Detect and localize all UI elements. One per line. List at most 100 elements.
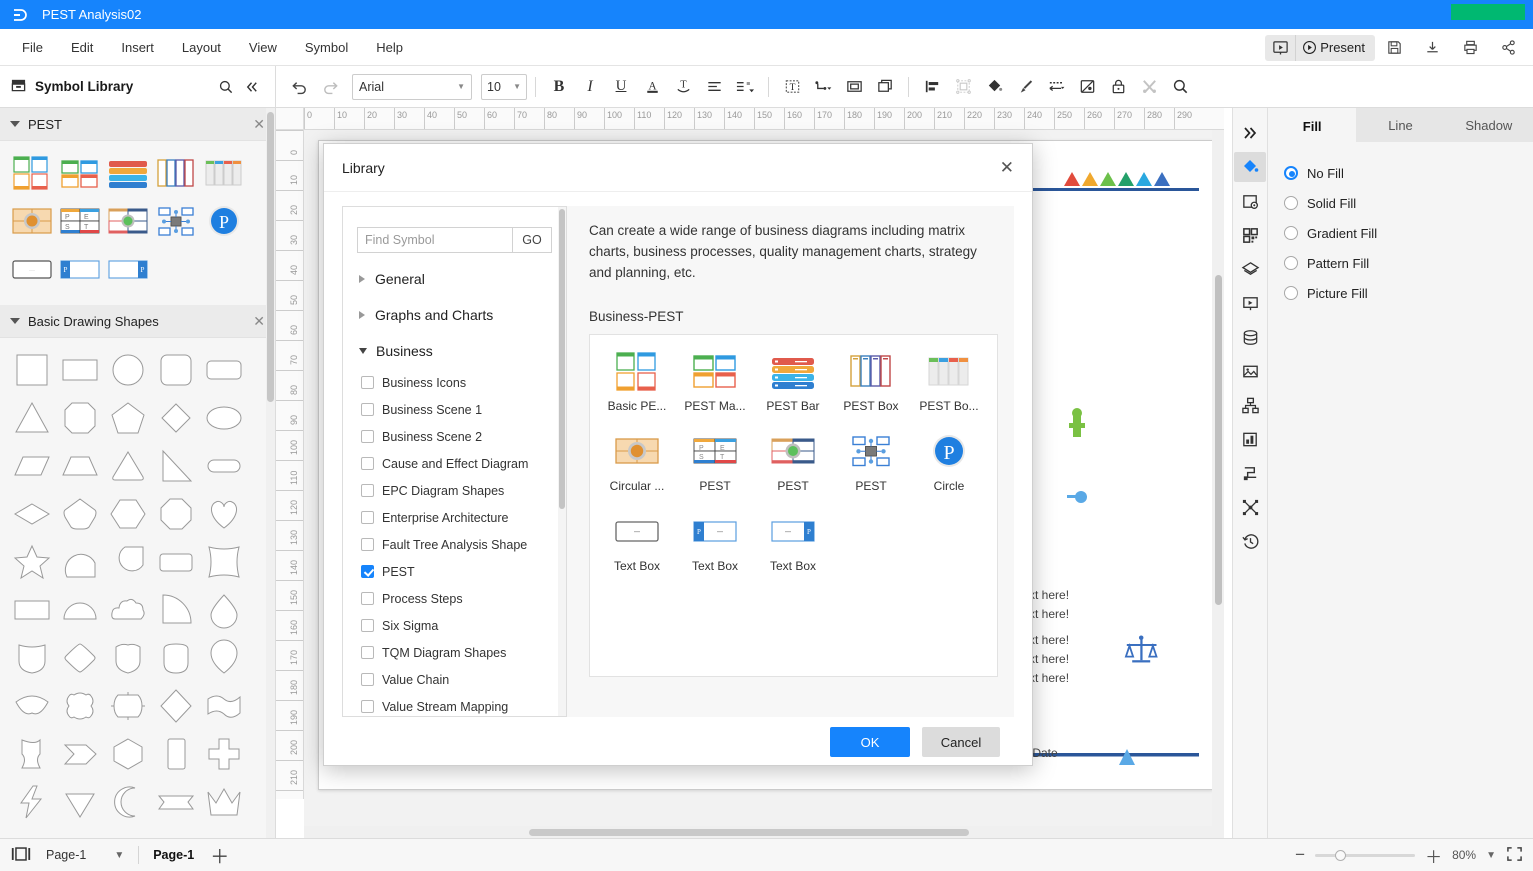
menu-file[interactable]: File — [8, 36, 57, 59]
save-icon[interactable] — [1375, 33, 1413, 63]
close-icon[interactable]: ✕ — [1000, 159, 1014, 176]
shape-quarter-circle[interactable] — [152, 586, 200, 634]
shape-droplet[interactable] — [200, 586, 248, 634]
shape-ellipse[interactable] — [200, 394, 248, 442]
menu-help[interactable]: Help — [362, 36, 417, 59]
library-section-pest[interactable]: PEST ✕ — [0, 108, 275, 141]
shape-octagon[interactable] — [152, 490, 200, 538]
canvas-horizontal-scrollbar[interactable] — [304, 826, 1224, 838]
pest-symbol[interactable]: ··· — [8, 245, 56, 293]
radio-button[interactable] — [1284, 166, 1298, 180]
checkbox[interactable] — [361, 457, 374, 470]
zoom-slider[interactable] — [1315, 849, 1416, 861]
shape-rounded-triangle[interactable] — [104, 442, 152, 490]
symbol-item[interactable]: PEST PEST — [676, 427, 754, 507]
shape-moon[interactable] — [104, 778, 152, 826]
zoom-slider-knob[interactable] — [1335, 849, 1347, 861]
checkbox[interactable] — [361, 484, 374, 497]
fill-bucket-icon[interactable] — [1234, 152, 1266, 182]
checkbox-enterprise-architecture[interactable]: Enterprise Architecture — [343, 504, 566, 531]
shape-parallelogram[interactable] — [8, 442, 56, 490]
shape-rounded-pentagon[interactable] — [56, 490, 104, 538]
page-tab[interactable]: Page-1 — [153, 848, 194, 862]
go-button[interactable]: GO — [512, 227, 552, 253]
checkbox-business-scene-2[interactable]: Business Scene 2 — [343, 423, 566, 450]
fill-option-pattern-fill[interactable]: Pattern Fill — [1284, 248, 1533, 278]
menu-insert[interactable]: Insert — [107, 36, 168, 59]
shape-settings-icon[interactable] — [1234, 186, 1266, 216]
cancel-button[interactable]: Cancel — [922, 727, 1000, 757]
shape-partial-rect[interactable] — [8, 826, 56, 838]
symbol-item[interactable]: P Text Box — [754, 507, 832, 587]
pest-symbol[interactable] — [152, 149, 200, 197]
symbol-item[interactable]: PEST Bo... — [910, 347, 988, 427]
pest-symbol[interactable]: P — [56, 245, 104, 293]
shape-partial-wedge[interactable] — [152, 826, 200, 838]
font-color-button[interactable]: A — [637, 72, 667, 102]
shape-hexagon[interactable] — [104, 490, 152, 538]
symbol-item[interactable]: P Circle — [910, 427, 988, 507]
pest-symbol[interactable] — [56, 149, 104, 197]
redo-icon[interactable] — [315, 72, 345, 102]
fill-option-picture-fill[interactable]: Picture Fill — [1284, 278, 1533, 308]
shape-lens[interactable] — [8, 682, 56, 730]
checkbox-epc-diagram-shapes[interactable]: EPC Diagram Shapes — [343, 477, 566, 504]
text-effect-button[interactable]: T — [668, 72, 698, 102]
checkbox[interactable] — [361, 673, 374, 686]
flow-icon[interactable] — [1234, 458, 1266, 488]
shape-gem[interactable] — [56, 778, 104, 826]
checkbox[interactable] — [361, 538, 374, 551]
shape-triangle[interactable] — [8, 394, 56, 442]
shape-crest[interactable] — [104, 634, 152, 682]
radio-button[interactable] — [1284, 196, 1298, 210]
group-icon[interactable] — [839, 72, 869, 102]
tree-node-business[interactable]: Business — [343, 333, 566, 369]
shape-banner-wave[interactable] — [200, 682, 248, 730]
align-left-icon[interactable] — [699, 72, 729, 102]
shape-pentagon[interactable] — [104, 394, 152, 442]
duplicate-icon[interactable] — [870, 72, 900, 102]
tab-shadow[interactable]: Shadow — [1445, 108, 1533, 142]
zoom-value[interactable]: 80% — [1452, 848, 1476, 862]
magnifier-icon[interactable] — [1165, 72, 1195, 102]
ok-button[interactable]: OK — [830, 727, 910, 757]
checkbox[interactable] — [361, 511, 374, 524]
org-chart-icon[interactable] — [1234, 390, 1266, 420]
left-panel-scrollbar[interactable] — [266, 108, 275, 838]
symbol-item[interactable]: PEST — [832, 427, 910, 507]
symbol-item[interactable]: PEST Bar — [754, 347, 832, 427]
tab-line[interactable]: Line — [1356, 108, 1444, 142]
symbol-item[interactable]: P Text Box — [676, 507, 754, 587]
library-section-basic-shapes[interactable]: Basic Drawing Shapes ✕ — [0, 305, 275, 338]
scrollbar-thumb[interactable] — [1215, 275, 1222, 605]
scrollbar-thumb[interactable] — [529, 829, 969, 836]
shape-rounded-square[interactable] — [152, 346, 200, 394]
checkbox[interactable] — [361, 430, 374, 443]
grid-icon[interactable] — [1234, 220, 1266, 250]
line-style-icon[interactable] — [1041, 72, 1071, 102]
shape-octagon-square[interactable] — [56, 394, 104, 442]
find-symbol-input[interactable]: Find Symbol — [357, 227, 512, 253]
shape-rect-wide[interactable] — [8, 586, 56, 634]
shape-circle[interactable] — [104, 346, 152, 394]
radio-button[interactable] — [1284, 256, 1298, 270]
checkbox[interactable] — [361, 592, 374, 605]
shape-hexagon-tall[interactable] — [104, 730, 152, 778]
pest-symbol[interactable] — [104, 149, 152, 197]
connector-icon[interactable] — [808, 72, 838, 102]
checkbox[interactable] — [361, 565, 374, 578]
italic-button[interactable]: I — [575, 72, 605, 102]
shape-cross[interactable] — [200, 730, 248, 778]
present-button[interactable]: Present — [1295, 34, 1375, 61]
shape-diamond[interactable] — [152, 394, 200, 442]
search-icon[interactable] — [213, 74, 239, 100]
shape-heart[interactable] — [200, 490, 248, 538]
tree-node-graphs-and-charts[interactable]: Graphs and Charts — [343, 297, 566, 333]
scrollbar-thumb[interactable] — [267, 112, 274, 402]
symbol-item[interactable]: PEST Ma... — [676, 347, 754, 427]
shape-bracket-frame[interactable] — [56, 682, 104, 730]
menu-view[interactable]: View — [235, 36, 291, 59]
checkbox-six-sigma[interactable]: Six Sigma — [343, 612, 566, 639]
menu-edit[interactable]: Edit — [57, 36, 107, 59]
database-icon[interactable] — [1234, 322, 1266, 352]
